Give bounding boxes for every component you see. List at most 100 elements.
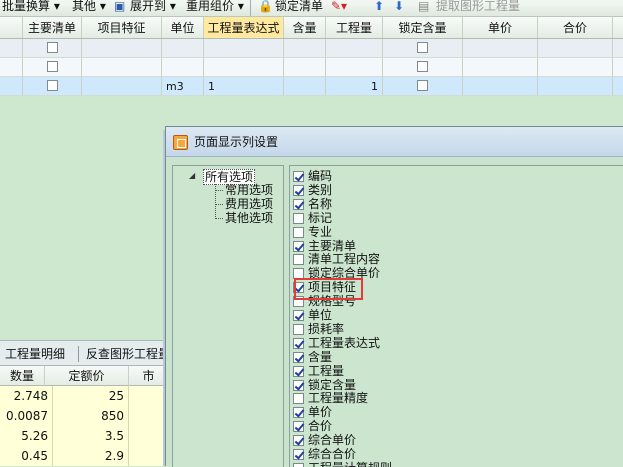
option-checkbox[interactable]: [293, 323, 304, 335]
lock-content-checkbox[interactable]: [417, 80, 428, 91]
list-item[interactable]: 0.45 2.9: [0, 446, 165, 466]
bottom-grid-header: 数量 定额价 市: [0, 366, 169, 386]
tree-connector: [215, 218, 223, 219]
header-unit[interactable]: 单位: [162, 17, 204, 38]
table-row[interactable]: [0, 39, 623, 58]
header-unit-price[interactable]: 单价: [463, 17, 538, 38]
option-label: 工程量精度: [308, 391, 369, 406]
dialog-app-icon: [173, 135, 188, 150]
tree-item-fee-options[interactable]: 费用选项: [225, 197, 273, 211]
price-cell: 850: [53, 406, 129, 426]
option-label: 合价: [308, 419, 333, 434]
toolbar-divider: [250, 0, 251, 16]
option-label: 单价: [308, 405, 333, 420]
move-up-icon[interactable]: ⬆: [374, 0, 384, 16]
tree-connector: [215, 204, 223, 205]
tab-divider: [78, 346, 79, 362]
expand-to-button[interactable]: 展开到 ▾: [130, 0, 176, 16]
list-item[interactable]: 2.748 25: [0, 386, 165, 406]
table-row-selected[interactable]: m3 1 1: [0, 77, 623, 96]
reuse-price-button[interactable]: 重用组价 ▾: [186, 0, 244, 16]
main-list-checkbox[interactable]: [46, 61, 58, 72]
option-checkbox[interactable]: [293, 310, 304, 321]
other-menu-button[interactable]: 其他 ▾: [72, 0, 106, 16]
option-label: 工程量表达式: [308, 335, 381, 350]
option-checkbox[interactable]: [293, 365, 304, 377]
expand-icon: ▣: [114, 0, 126, 13]
tree-collapse-icon[interactable]: ◢: [189, 169, 195, 183]
table-row[interactable]: [0, 58, 623, 77]
options-tree: ◢ 所有选项 常用选项 费用选项 其他选项: [172, 165, 284, 467]
expression-cell[interactable]: 1: [204, 77, 284, 95]
header-quantity-expression[interactable]: 工程量表达式: [204, 17, 284, 38]
option-label: 标记: [308, 210, 333, 225]
header-total-price[interactable]: 合价: [538, 17, 613, 38]
option-label: 主要清单: [308, 238, 357, 253]
amount-cell: 0.45: [0, 446, 53, 466]
option-label: 类别: [308, 182, 333, 197]
main-list-checkbox[interactable]: [46, 42, 58, 53]
extract-icon: ▤: [418, 0, 430, 13]
option-label: 工程量计算规则: [308, 461, 392, 467]
lock-content-checkbox[interactable]: [417, 61, 428, 72]
option-checkbox[interactable]: [293, 337, 304, 349]
option-checkbox[interactable]: [293, 226, 304, 238]
tab-reverse-lookup[interactable]: 反查图形工程量: [86, 341, 170, 367]
dialog-title: 页面显示列设置: [194, 135, 279, 149]
header-item-feature[interactable]: 项目特征: [82, 17, 162, 38]
option-checkbox[interactable]: [293, 393, 304, 405]
quantity-cell[interactable]: 1: [326, 77, 383, 95]
column-options-list: 编码 类别 名称 标记 专业 主要清单 清单工程内容 锁定综合单价 项目特征 规格型号 单位 损耗率工…: [289, 165, 623, 467]
list-item[interactable]: 5.26 3.5: [0, 426, 165, 446]
option-checkbox[interactable]: [293, 212, 304, 224]
header-amount[interactable]: 数量: [0, 366, 45, 386]
option-checkbox[interactable]: [293, 240, 304, 252]
header-content[interactable]: 含量: [284, 17, 326, 38]
grid-header: 主要清单 项目特征 单位 工程量表达式 含量 工程量 锁定含量 单价 合价: [0, 17, 623, 39]
header-index: [0, 17, 23, 38]
option-checkbox[interactable]: [293, 198, 304, 210]
option-label: 锁定含量: [308, 377, 357, 392]
price-cell: 2.9: [53, 446, 129, 466]
lock-list-button[interactable]: 锁定清单: [275, 0, 323, 16]
lock-content-checkbox[interactable]: [417, 42, 428, 53]
option-checkbox[interactable]: [293, 254, 304, 266]
paint-icon[interactable]: ✎▾: [331, 0, 347, 16]
option-label: 单位: [308, 308, 333, 322]
price-cell: 25: [53, 386, 129, 406]
tree-item-common-options[interactable]: 常用选项: [225, 183, 273, 197]
option-checkbox[interactable]: [293, 449, 304, 460]
amount-cell: 0.0087: [0, 406, 53, 426]
option-label: 综合合价: [308, 447, 357, 461]
batch-convert-button[interactable]: 批量换算 ▾: [2, 0, 60, 16]
extract-quantity-button[interactable]: 提取图形工程量: [436, 0, 520, 16]
tree-item-other-options[interactable]: 其他选项: [225, 211, 273, 225]
header-main-list[interactable]: 主要清单: [23, 17, 82, 38]
option-label: 清单工程内容: [308, 252, 381, 267]
option-checkbox[interactable]: [293, 184, 304, 196]
move-down-icon[interactable]: ⬇: [394, 0, 404, 16]
option-checkbox[interactable]: [293, 407, 304, 419]
amount-cell: 5.26: [0, 426, 53, 446]
main-list-checkbox[interactable]: [46, 80, 58, 91]
option-label: 工程量: [308, 363, 345, 378]
tab-quantity-detail[interactable]: 工程量明细: [5, 341, 65, 367]
list-item[interactable]: 0.0087 850: [0, 406, 165, 426]
option-label: 编码: [308, 169, 333, 183]
option-checkbox[interactable]: [293, 351, 304, 363]
option-label: 专业: [308, 224, 333, 239]
option-checkbox[interactable]: [293, 379, 304, 391]
option-label: 损耗率: [308, 321, 345, 336]
header-lock-content[interactable]: 锁定含量: [383, 17, 463, 38]
market-cell: [129, 406, 165, 426]
option-checkbox[interactable]: [293, 435, 304, 447]
option-checkbox[interactable]: [293, 462, 304, 467]
column-settings-dialog: 页面显示列设置 ◢ 所有选项 常用选项 费用选项 其他选项 编码 类别 名称 标记 专业…: [165, 126, 623, 467]
option-checkbox[interactable]: [293, 171, 304, 182]
option-checkbox[interactable]: [293, 421, 304, 433]
header-quantity[interactable]: 工程量: [326, 17, 383, 38]
dialog-titlebar[interactable]: 页面显示列设置: [166, 127, 623, 157]
option-label: 含量: [308, 349, 333, 364]
unit-cell[interactable]: m3: [162, 77, 204, 95]
header-quota-price[interactable]: 定额价: [45, 366, 129, 386]
